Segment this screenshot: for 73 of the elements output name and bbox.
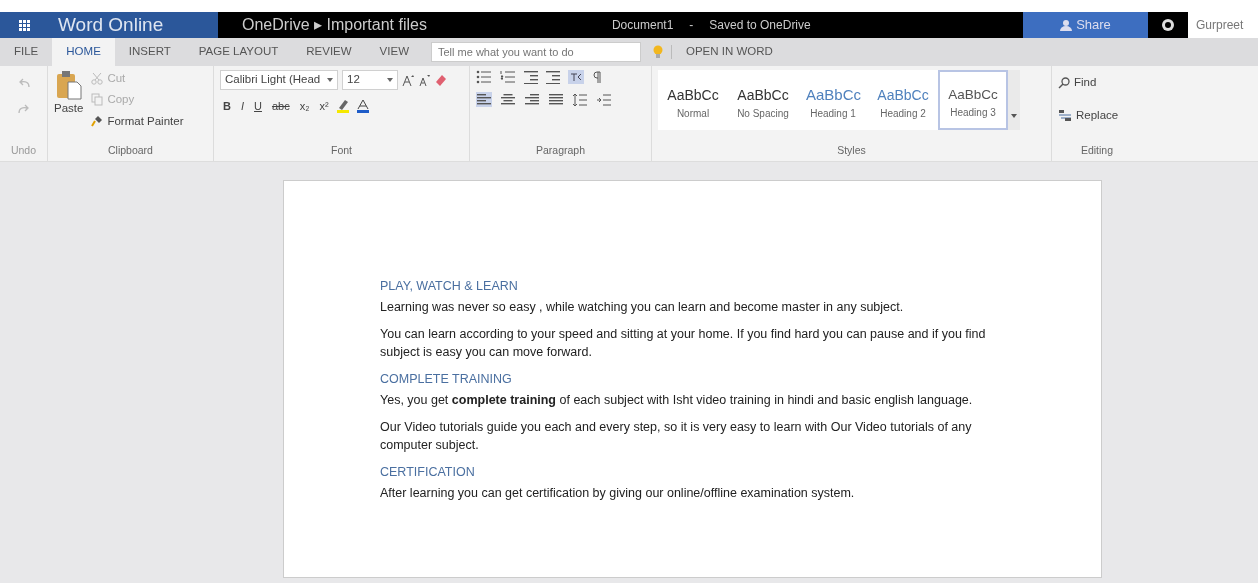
- increase-indent-icon[interactable]: [546, 70, 560, 84]
- grow-font-icon[interactable]: [402, 74, 414, 86]
- paste-button[interactable]: Paste: [54, 70, 84, 130]
- document-heading: PLAY, WATCH & LEARN: [380, 278, 519, 295]
- lightbulb-icon: [653, 45, 663, 59]
- document-paragraph: You can learn according to your speed and sitting at your home. If you find hard you can pause and if you find subject is easy you can move forward.: [380, 325, 987, 362]
- group-label: Undo: [9, 143, 38, 159]
- clipboard-icon: [55, 70, 82, 100]
- text-direction-icon[interactable]: [568, 70, 584, 84]
- replace-icon: [1058, 109, 1072, 123]
- font-color-icon[interactable]: [355, 99, 370, 114]
- caret-icon: [327, 78, 333, 82]
- align-center-icon[interactable]: [500, 92, 516, 107]
- format-button[interactable]: B: [220, 98, 234, 115]
- search-icon: [1058, 76, 1070, 89]
- style-button[interactable]: AaBbCc Heading 3: [938, 70, 1008, 130]
- format-button[interactable]: U: [251, 98, 265, 115]
- ribbon-button[interactable]: Format Painter: [91, 112, 184, 130]
- style-button[interactable]: AaBbCc Normal: [658, 70, 728, 130]
- bullet-list-icon[interactable]: [476, 70, 492, 84]
- document-heading: CERTIFICATION: [380, 464, 476, 481]
- ribbon-tab[interactable]: VIEW: [365, 38, 423, 66]
- justify-icon[interactable]: [548, 92, 564, 107]
- document-name[interactable]: Document1: [611, 16, 674, 34]
- ribbon-tab[interactable]: FILE: [0, 38, 53, 66]
- style-button[interactable]: AaBbCc Heading 1: [798, 70, 868, 130]
- find-button[interactable]: Find: [1058, 74, 1136, 92]
- ribbon-tab[interactable]: INSERT: [114, 38, 185, 66]
- group-label: Paragraph: [534, 143, 586, 159]
- shrink-font-icon[interactable]: [418, 74, 430, 86]
- save-status: Saved to OneDrive: [709, 17, 811, 34]
- document-paragraph: After learning you can get certification by giving our online/offline examination system.: [380, 484, 856, 502]
- app-launcher-icon[interactable]: [18, 19, 30, 31]
- format-button[interactable]: I: [237, 98, 247, 115]
- line-spacing-icon[interactable]: [572, 92, 588, 107]
- ribbon-tab[interactable]: HOME: [52, 38, 115, 66]
- copy-icon: [91, 93, 104, 107]
- user-name[interactable]: Gurpreet: [1188, 12, 1258, 38]
- style-button[interactable]: AaBbCc No Spacing: [728, 70, 798, 130]
- group-label: Styles: [836, 143, 867, 159]
- replace-button[interactable]: Replace: [1058, 107, 1136, 125]
- group-label: Clipboard: [107, 143, 154, 159]
- separator: -: [689, 17, 694, 34]
- group-label: Font: [330, 143, 353, 159]
- align-right-icon[interactable]: [524, 92, 540, 107]
- font-name-dropdown[interactable]: Calibri Light (Head: [220, 70, 338, 90]
- ribbon-tab[interactable]: PAGE LAYOUT: [184, 38, 293, 66]
- font-size-dropdown[interactable]: 12: [342, 70, 398, 90]
- ribbon-tab[interactable]: REVIEW: [292, 38, 366, 66]
- share-button[interactable]: Share: [1023, 12, 1148, 38]
- document-paragraph: Yes, you get complete training of each subject with Isht video training in hindi and basic english language.: [380, 391, 974, 409]
- numbered-list-icon[interactable]: [500, 70, 516, 84]
- highlighter-icon[interactable]: [335, 99, 352, 114]
- search-field[interactable]: Tell me what you want to do: [431, 42, 641, 62]
- document-heading: COMPLETE TRAINING: [380, 371, 513, 388]
- app-name: Word Online: [48, 12, 218, 38]
- format-button[interactable]: x²: [316, 98, 332, 115]
- person-icon: [1060, 19, 1073, 31]
- breadcrumb[interactable]: OneDrive ▸ Important files: [242, 13, 427, 37]
- format-button[interactable]: x₂: [296, 98, 313, 115]
- style-button[interactable]: AaBbCc Heading 2: [868, 70, 938, 130]
- document-paragraph: Learning was never so easy , while watching you can learn and become master in any subject.: [380, 298, 905, 316]
- eraser-icon[interactable]: [434, 74, 447, 86]
- caret-icon: [387, 78, 393, 82]
- document-paragraph: Our Video tutorials guide you each and every step, so it is very easy to learn with Our Video tutorials of any computer subject.: [380, 418, 973, 455]
- align-left-icon[interactable]: [476, 92, 492, 107]
- format-button[interactable]: abc: [268, 98, 293, 115]
- open-in-word-link[interactable]: OPEN IN WORD: [672, 38, 787, 66]
- brush-icon: [91, 114, 104, 128]
- pilcrow-icon[interactable]: [592, 70, 602, 84]
- scissors-icon: [91, 72, 104, 86]
- decrease-indent-icon[interactable]: [524, 70, 538, 84]
- group-label: Editing: [1079, 143, 1115, 159]
